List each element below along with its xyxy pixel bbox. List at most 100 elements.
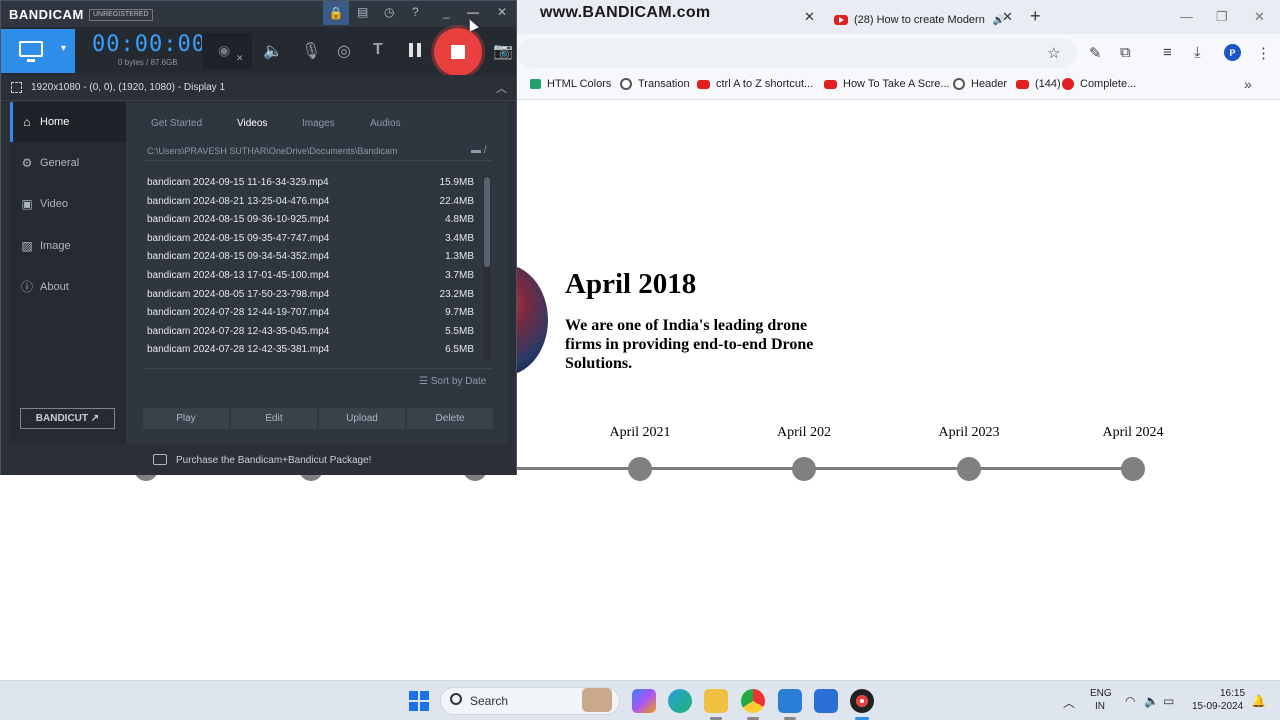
file-row[interactable]: bandicam 2024-08-15 09-34-54-352.mp4 1.3M… xyxy=(147,249,474,267)
file-row[interactable]: bandicam 2024-08-21 13-25-04-476.mp4 22.4… xyxy=(147,194,474,212)
close-tab-icon[interactable]: ✕ xyxy=(1002,9,1013,25)
language-code[interactable]: ENG xyxy=(1090,688,1112,699)
more-bookmarks-icon[interactable]: » xyxy=(1244,76,1252,92)
profile-avatar[interactable]: P xyxy=(1224,44,1241,61)
bookmark-item[interactable]: ctrl A to Z shortcut... xyxy=(697,78,813,90)
text-overlay-icon[interactable]: T xyxy=(373,41,383,59)
microphone-icon[interactable]: 🎙 xyxy=(301,41,321,61)
nav-label: About xyxy=(40,281,69,293)
close-tab-icon[interactable]: ✕ xyxy=(804,9,815,25)
chrome-icon[interactable] xyxy=(741,689,765,713)
file-size: 1.3MB xyxy=(445,251,474,263)
copilot-icon[interactable] xyxy=(632,689,656,713)
timeline-dot[interactable] xyxy=(957,457,981,481)
file-row[interactable]: bandicam 2024-07-28 12-42-35-381.mp4 6.5M… xyxy=(147,342,474,360)
bookmark-item[interactable]: Header xyxy=(953,78,1007,90)
nav-image[interactable]: ▨ Image xyxy=(10,226,126,266)
minimize-tray-icon[interactable]: _ xyxy=(443,5,450,19)
bookmark-item[interactable]: How To Take A Scre... xyxy=(824,78,950,90)
star-icon[interactable]: ☆ xyxy=(1047,44,1060,62)
nav-home[interactable]: ⌂ Home xyxy=(10,102,126,142)
screen-mode-button[interactable]: ▾ xyxy=(1,29,75,73)
tab-audios[interactable]: Audios xyxy=(370,118,420,129)
file-row[interactable]: bandicam 2024-08-13 17-01-45-100.mp4 3.7M… xyxy=(147,268,474,286)
speaker-icon[interactable]: 🔈 xyxy=(263,41,283,61)
minimize-button[interactable]: — xyxy=(1180,9,1193,24)
start-button[interactable] xyxy=(409,691,429,711)
delete-button[interactable]: Delete xyxy=(407,408,493,429)
download-icon[interactable]: ⤓ xyxy=(1194,44,1201,61)
bookmark-item[interactable]: Complete... xyxy=(1062,78,1136,90)
timeline-dot[interactable] xyxy=(1121,457,1145,481)
file-explorer-icon[interactable] xyxy=(704,689,728,713)
nav-general[interactable]: ⚙ General xyxy=(10,143,126,183)
chevron-up-icon[interactable]: ︿ xyxy=(1063,694,1075,711)
volume-icon[interactable]: 🔈 xyxy=(1144,694,1159,708)
purchase-link[interactable]: Purchase the Bandicam+Bandicut Package! xyxy=(176,455,371,466)
nav-about[interactable]: ⓘ About xyxy=(10,267,126,307)
file-row[interactable]: bandicam 2024-08-15 09-35-47-747.mp4 3.4M… xyxy=(147,231,474,249)
new-tab-button[interactable]: + xyxy=(1030,6,1041,27)
edge-icon[interactable] xyxy=(668,689,692,713)
vscode-icon[interactable] xyxy=(778,689,802,713)
chevron-up-icon[interactable]: ︿ xyxy=(496,80,507,96)
wifi-icon[interactable]: ◠ xyxy=(1125,694,1135,708)
file-row[interactable]: bandicam 2024-09-15 11-16-34-329.mp4 15.9… xyxy=(147,175,474,193)
tab-get-started[interactable]: Get Started xyxy=(151,118,237,129)
lock-icon[interactable]: 🔒 xyxy=(323,1,349,25)
nav-label: Image xyxy=(40,240,71,252)
media-icon[interactable]: ≡ xyxy=(1163,44,1172,61)
address-bar[interactable] xyxy=(517,38,1077,68)
webcam-toggle[interactable]: ◉ ✕ xyxy=(202,33,252,69)
file-row[interactable]: bandicam 2024-07-28 12-44-19-707.mp4 9.7M… xyxy=(147,305,474,323)
open-folder-icon[interactable]: ▬ / xyxy=(471,145,487,156)
file-row[interactable]: bandicam 2024-08-15 09-36-10-925.mp4 4.8M… xyxy=(147,212,474,230)
play-button[interactable]: Play xyxy=(143,408,229,429)
battery-icon[interactable]: ▭ xyxy=(1163,694,1174,708)
tab-videos[interactable]: Videos xyxy=(237,118,302,129)
close-window-button[interactable]: ✕ xyxy=(1254,9,1265,25)
region-select-icon[interactable] xyxy=(11,82,22,93)
sort-button[interactable]: ☰ Sort by Date xyxy=(419,376,486,387)
bookmark-item[interactable]: Transation xyxy=(620,78,690,90)
bandicut-button[interactable]: BANDICUT ↗ xyxy=(20,408,115,429)
screenshot-camera-icon[interactable]: 📷 xyxy=(493,41,513,61)
extensions-icon[interactable]: ⧉ xyxy=(1120,44,1131,61)
bandicam-taskbar-icon[interactable] xyxy=(850,689,874,713)
edit-button[interactable]: Edit xyxy=(231,408,317,429)
close-icon[interactable]: ✕ xyxy=(497,5,507,19)
webcam-icon: ◉ xyxy=(218,42,231,58)
notification-bell-icon[interactable]: 🔔 xyxy=(1251,694,1266,708)
help-icon[interactable]: ? xyxy=(412,5,419,19)
file-row[interactable]: bandicam 2024-07-28 12-43-35-045.mp4 5.5M… xyxy=(147,324,474,342)
browser-tab[interactable]: (28) How to create Modern 🔊 xyxy=(834,6,1005,34)
folder-icon[interactable]: ▤ xyxy=(357,5,368,19)
bookmark-item[interactable]: (144) xyxy=(1016,78,1061,90)
timeline-dot[interactable] xyxy=(628,457,652,481)
cursor-effect-icon[interactable]: ◎ xyxy=(337,41,351,61)
card-description: We are one of India's leading drone firm… xyxy=(565,317,814,372)
upload-button[interactable]: Upload xyxy=(319,408,405,429)
bookmark-item[interactable]: HTML Colors xyxy=(530,78,611,90)
file-row[interactable]: bandicam 2024-08-05 17-50-23-798.mp4 23.2… xyxy=(147,287,474,305)
clock-icon[interactable]: ◷ xyxy=(384,5,394,19)
search-highlight-icon[interactable] xyxy=(582,688,612,712)
photos-icon[interactable] xyxy=(814,689,838,713)
scrollbar-thumb[interactable] xyxy=(484,177,490,267)
bandicam-titlebar[interactable]: BANDICAM UNREGISTERED 🔒 ▤ ◷ ? _ — ✕ xyxy=(1,1,516,27)
file-size: 15.9MB xyxy=(439,177,474,188)
globe-icon xyxy=(620,78,632,90)
bookmark-label: How To Take A Scre... xyxy=(843,78,950,90)
timeline-dot[interactable] xyxy=(792,457,816,481)
nav-label: Home xyxy=(40,116,70,128)
tab-images[interactable]: Images xyxy=(302,118,370,129)
restore-button[interactable]: ❐ xyxy=(1216,9,1228,25)
eyedropper-icon[interactable]: ✎ xyxy=(1089,44,1102,62)
stop-record-button[interactable] xyxy=(434,28,482,76)
clock-time[interactable]: 16:15 xyxy=(1220,688,1245,699)
chevron-down-icon[interactable]: ▾ xyxy=(61,43,66,54)
menu-icon[interactable]: ⋮ xyxy=(1256,44,1271,62)
nav-video[interactable]: ▣ Video xyxy=(10,184,126,224)
pause-button[interactable] xyxy=(409,43,421,57)
file-name: bandicam 2024-07-28 12-44-19-707.mp4 xyxy=(147,307,330,319)
